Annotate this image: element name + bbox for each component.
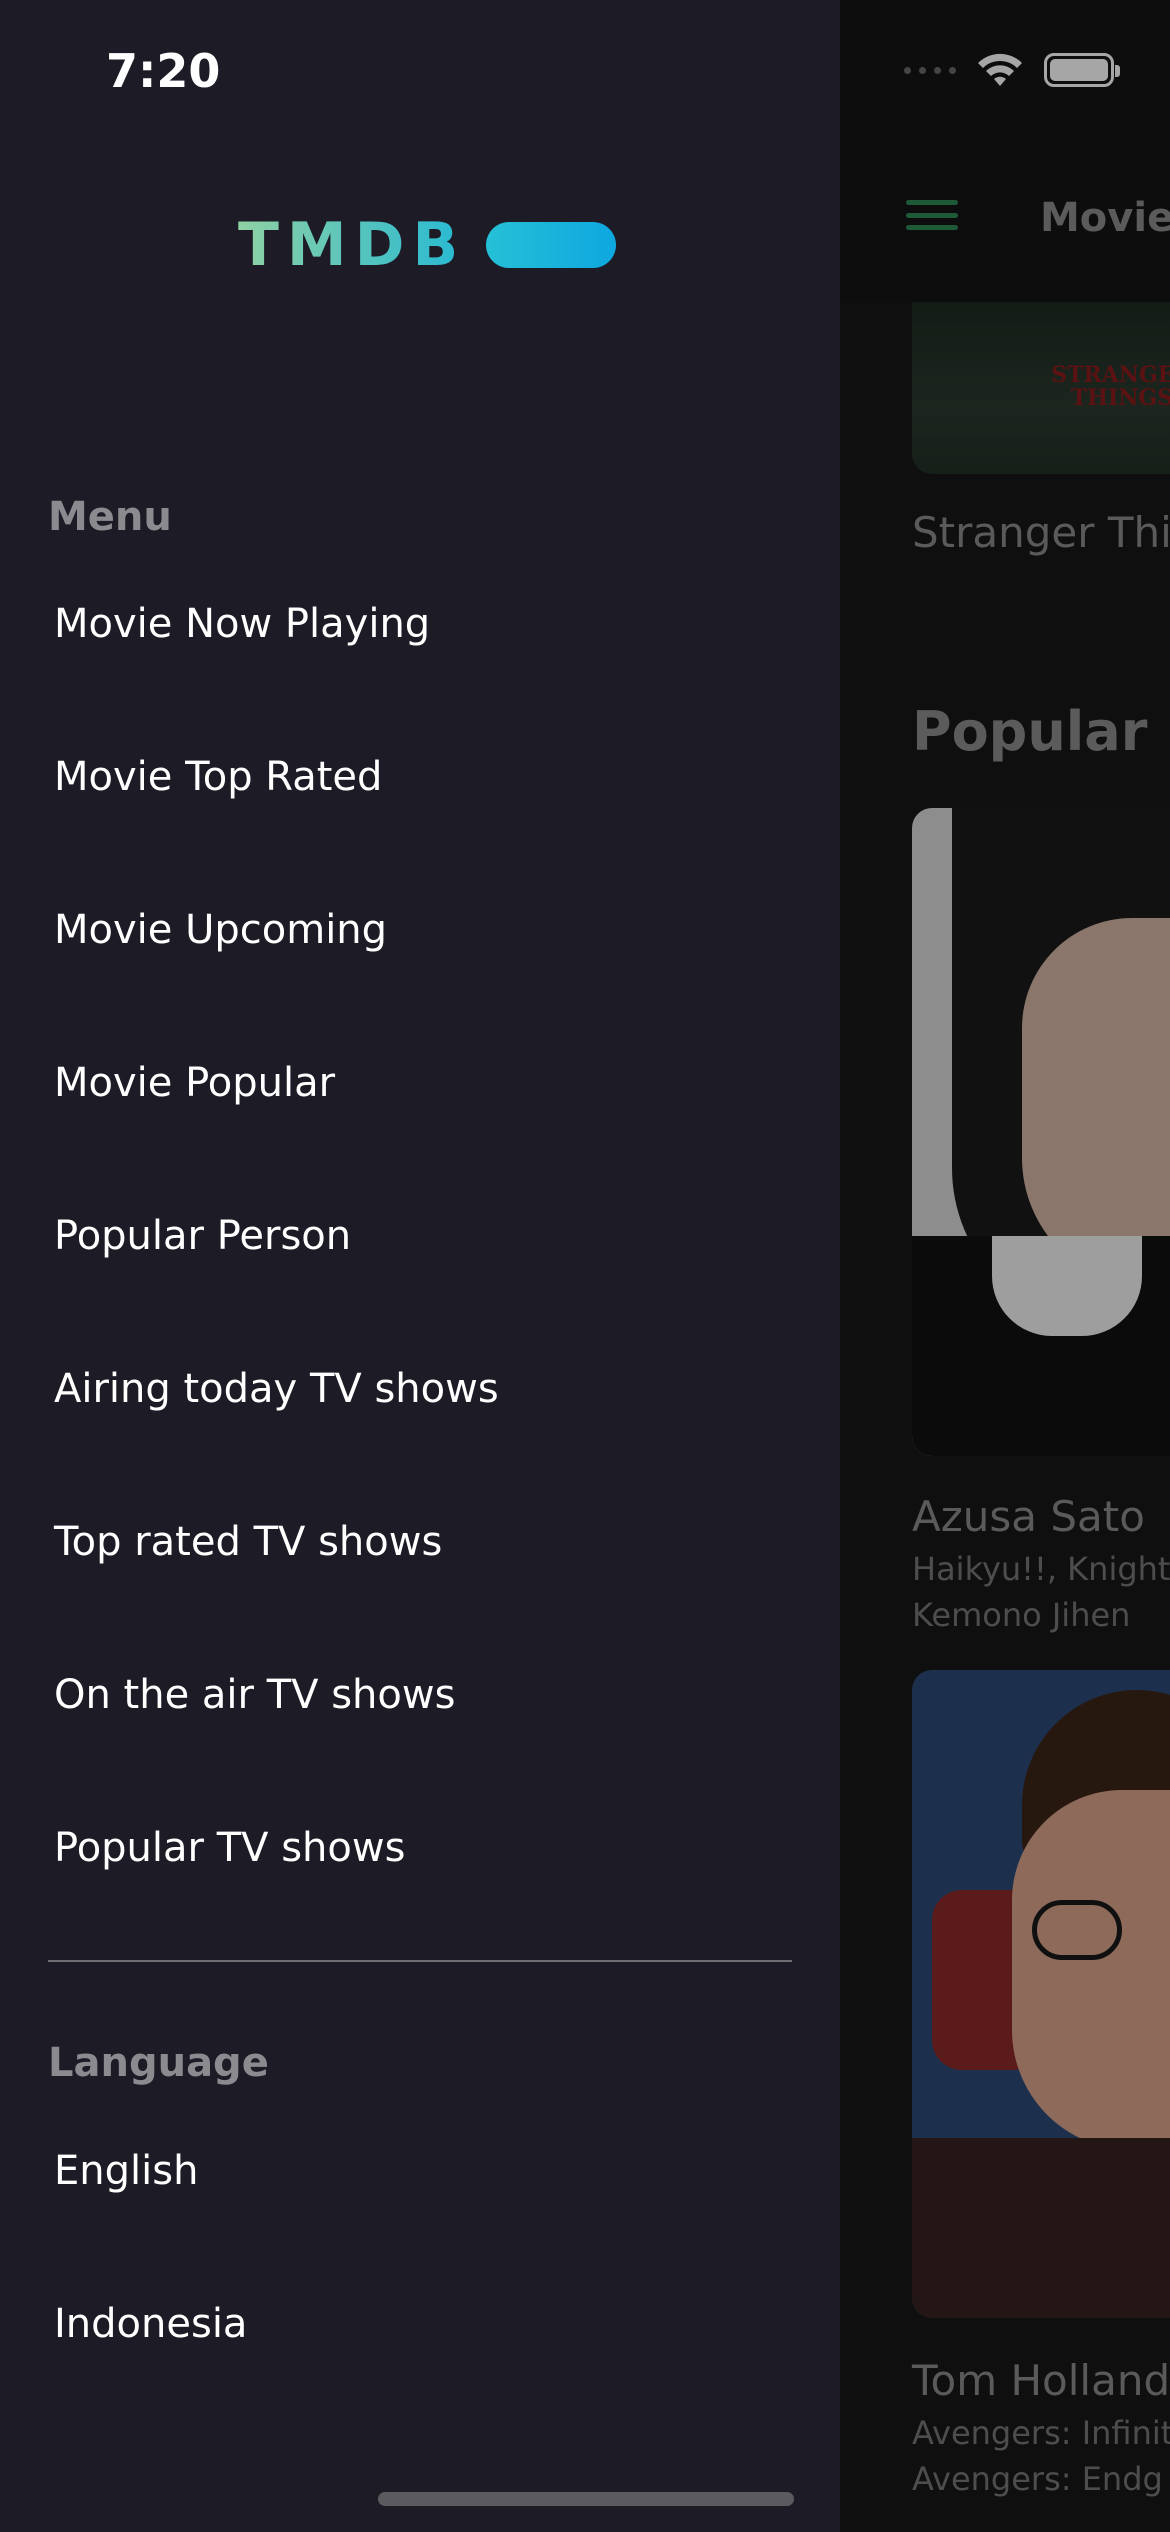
logo-pill-icon xyxy=(486,222,617,268)
language-header: Language xyxy=(48,2040,269,2086)
drawer-item-label: Movie Now Playing xyxy=(54,601,431,647)
menu-header: Menu xyxy=(48,494,172,540)
drawer-item-movie-top-rated[interactable]: Movie Top Rated xyxy=(54,722,794,832)
drawer-item-airing-today-tv[interactable]: Airing today TV shows xyxy=(54,1334,794,1444)
home-indicator[interactable] xyxy=(378,2492,794,2506)
drawer-item-label: Airing today TV shows xyxy=(54,1366,499,1412)
drawer-item-language-english[interactable]: English xyxy=(54,2116,794,2226)
drawer-item-on-the-air-tv[interactable]: On the air TV shows xyxy=(54,1640,794,1750)
drawer-item-label: English xyxy=(54,2148,199,2194)
drawer-item-label: Top rated TV shows xyxy=(54,1519,443,1565)
drawer-item-label: Movie Upcoming xyxy=(54,907,388,953)
drawer-item-label: On the air TV shows xyxy=(54,1672,456,1718)
drawer-item-label: Popular Person xyxy=(54,1213,352,1259)
drawer-item-popular-tv[interactable]: Popular TV shows xyxy=(54,1793,794,1903)
tmdb-logo: TMDB xyxy=(238,210,617,280)
drawer-item-label: Movie Top Rated xyxy=(54,754,383,800)
drawer-scrim[interactable] xyxy=(840,0,1170,2532)
drawer-item-movie-now-playing[interactable]: Movie Now Playing xyxy=(54,569,794,679)
navigation-drawer: 7:20 TMDB Menu Movie Now Playing Movie T… xyxy=(0,0,840,2532)
drawer-item-label: Movie Popular xyxy=(54,1060,336,1106)
drawer-item-popular-person[interactable]: Popular Person xyxy=(54,1181,794,1291)
drawer-item-top-rated-tv[interactable]: Top rated TV shows xyxy=(54,1487,794,1597)
drawer-item-movie-upcoming[interactable]: Movie Upcoming xyxy=(54,875,794,985)
status-time: 7:20 xyxy=(106,44,221,98)
drawer-item-language-indonesia[interactable]: Indonesia xyxy=(54,2269,794,2379)
drawer-divider xyxy=(48,1960,792,1962)
drawer-item-label: Indonesia xyxy=(54,2301,248,2347)
drawer-item-label: Popular TV shows xyxy=(54,1825,406,1871)
logo-text: TMDB xyxy=(238,210,467,280)
drawer-item-movie-popular[interactable]: Movie Popular xyxy=(54,1028,794,1138)
